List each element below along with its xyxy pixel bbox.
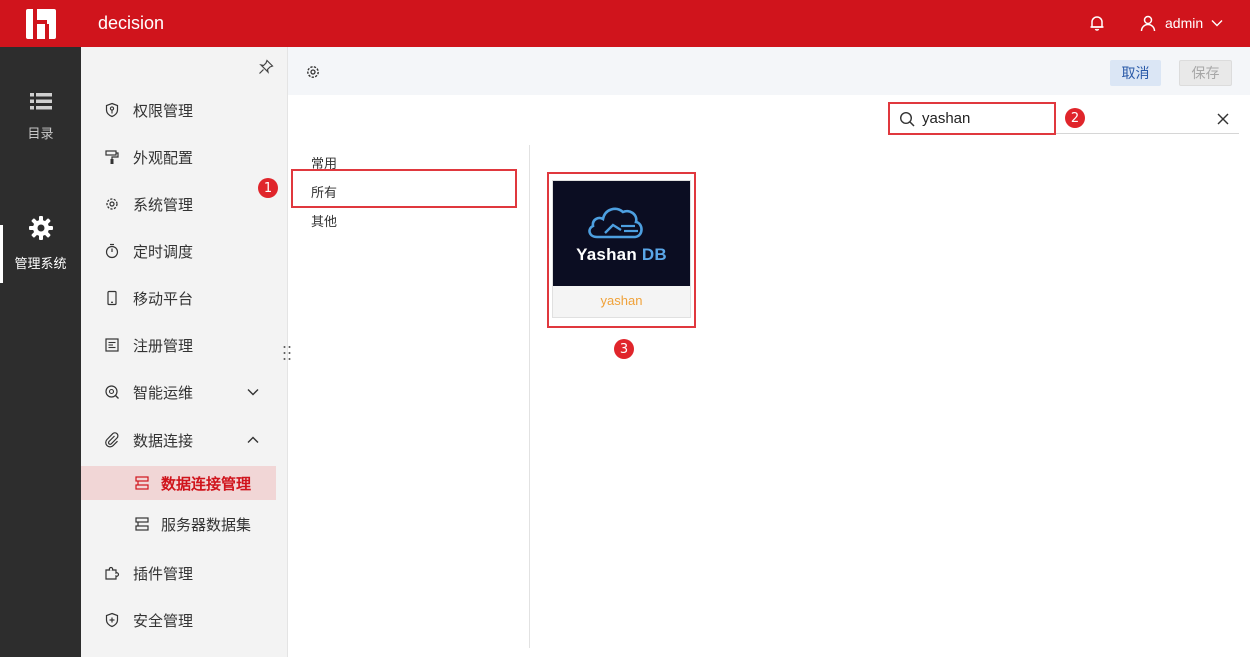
- close-icon[interactable]: [1217, 113, 1229, 125]
- menu-subitem-label: 数据连接管理: [161, 475, 252, 493]
- user-name[interactable]: admin: [1165, 15, 1203, 31]
- cog-icon: [106, 198, 118, 210]
- menu-subitem-db-connection-management[interactable]: 数据连接管理: [81, 466, 276, 500]
- menu-item-system[interactable]: 系统管理: [81, 187, 288, 221]
- shield-key-icon: [105, 102, 119, 118]
- category-list: 常用 所有 其他: [292, 145, 530, 648]
- paint-roller-icon: [105, 150, 119, 164]
- highlight-box-search: [888, 102, 1056, 135]
- annotation-badge-1: 1: [258, 178, 278, 198]
- rail-item-label: 目录: [27, 126, 54, 141]
- content-toolbar: 取消 保存: [288, 47, 1250, 95]
- paperclip-icon: [105, 432, 119, 448]
- highlight-box-all-category: [291, 169, 517, 208]
- menu-item-label: 移动平台: [133, 290, 194, 308]
- menu-item-register[interactable]: 注册管理: [81, 328, 288, 362]
- annotation-badge-3: 3: [614, 339, 634, 359]
- menu-item-data-connection[interactable]: 数据连接: [81, 423, 288, 457]
- list-icon: [29, 93, 52, 110]
- user-icon[interactable]: [1139, 14, 1157, 32]
- annotation-badge-2: 2: [1065, 108, 1085, 128]
- menu-item-label: 数据连接: [133, 432, 194, 450]
- save-button[interactable]: 保存: [1179, 60, 1232, 86]
- chevron-down-icon[interactable]: [1210, 16, 1224, 30]
- menu-item-plugins[interactable]: 插件管理: [81, 556, 288, 590]
- menu-item-label: 安全管理: [133, 612, 194, 630]
- menu-item-label: 插件管理: [133, 565, 194, 583]
- security-icon: [105, 612, 119, 628]
- dataset-icon: [135, 517, 149, 531]
- menu-item-ops[interactable]: 智能运维: [81, 375, 288, 409]
- rail-item-catalog[interactable]: 目录: [0, 91, 81, 142]
- menu-item-label: 外观配置: [133, 149, 194, 167]
- menu-item-schedule[interactable]: 定时调度: [81, 234, 288, 268]
- ops-icon: [105, 385, 119, 399]
- main-rail: 目录 管理系统: [0, 47, 81, 657]
- menu-item-security[interactable]: 安全管理: [81, 603, 288, 637]
- cancel-button[interactable]: 取消: [1110, 60, 1161, 86]
- top-bar: decision admin: [0, 0, 1250, 47]
- rail-item-label: 管理系统: [14, 256, 67, 271]
- menu-item-permissions[interactable]: 权限管理: [81, 93, 288, 127]
- gear-icon: [28, 216, 53, 240]
- puzzle-icon: [105, 566, 120, 580]
- settings-icon[interactable]: [305, 64, 321, 80]
- menu-item-mobile[interactable]: 移动平台: [81, 281, 288, 315]
- menu-subitem-label: 服务器数据集: [161, 516, 252, 534]
- bell-icon[interactable]: [1088, 14, 1106, 32]
- chevron-up-icon[interactable]: [246, 433, 260, 447]
- db-conn-icon: [135, 476, 149, 490]
- mobile-icon: [107, 290, 117, 306]
- menu-item-label: 注册管理: [133, 337, 194, 355]
- menu-item-appearance[interactable]: 外观配置: [81, 140, 288, 174]
- app-logo-icon[interactable]: [26, 9, 56, 39]
- menu-item-label: 系统管理: [133, 196, 194, 214]
- rail-item-admin[interactable]: 管理系统: [0, 215, 81, 272]
- secondary-menu: 权限管理 外观配置 系统管理 定时调度 移动平台 注册管理 智能运维 数据连接 …: [81, 47, 288, 657]
- app-title: decision: [98, 13, 165, 33]
- register-icon: [105, 338, 119, 352]
- menu-item-label: 权限管理: [133, 102, 194, 120]
- chevron-down-icon[interactable]: [246, 385, 260, 399]
- menu-subitem-server-dataset[interactable]: 服务器数据集: [81, 507, 276, 541]
- pin-icon[interactable]: [258, 59, 274, 75]
- menu-item-label: 定时调度: [133, 243, 194, 261]
- stopwatch-icon: [105, 243, 119, 259]
- menu-item-label: 智能运维: [133, 384, 194, 402]
- category-other[interactable]: 其他: [311, 211, 337, 230]
- highlight-box-card: [547, 172, 696, 328]
- resize-handle-icon[interactable]: [282, 344, 292, 362]
